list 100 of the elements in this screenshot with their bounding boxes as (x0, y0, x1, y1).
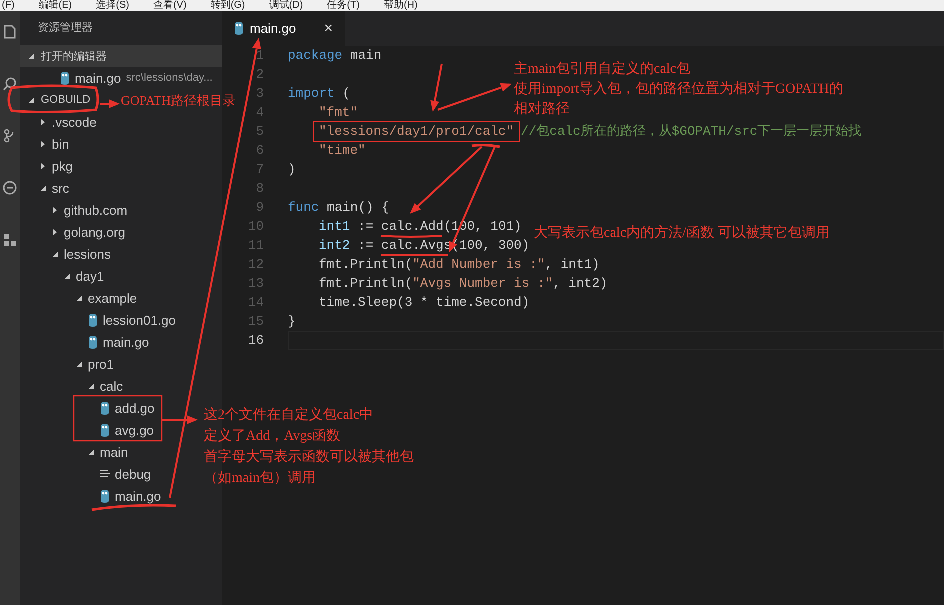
tree-item[interactable]: golang.org (20, 221, 130, 243)
expanded-triangle-icon[interactable] (28, 96, 35, 104)
open-editor-item[interactable]: main.go src\lessions\day... (20, 67, 222, 89)
annotation-note: 大写表示包calc内的方法/函数 可以被其它包调用 (534, 224, 830, 243)
tree-item[interactable]: pro1 (20, 353, 118, 375)
file-name: debug (115, 466, 152, 482)
tree-item[interactable]: add.go (20, 397, 159, 419)
text-lines-icon (100, 469, 110, 479)
code-line: "time" (319, 143, 366, 158)
tree-item[interactable]: lessions (20, 243, 115, 265)
extensions-icon[interactable] (3, 233, 17, 247)
folder-name: src (52, 180, 70, 196)
code-line: "fmt" (319, 105, 358, 120)
collapsed-triangle-icon[interactable] (40, 162, 47, 170)
code-line: fmt.Println("Add Number is :", int1) (319, 257, 600, 272)
folder-name: github.com (64, 202, 128, 218)
code-line: func main() { (288, 200, 390, 215)
tree-item[interactable]: day1 (20, 265, 108, 287)
collapsed-triangle-icon[interactable] (40, 118, 47, 126)
menu-item[interactable]: 帮助(H) (384, 0, 418, 11)
expanded-triangle-icon[interactable] (28, 52, 35, 60)
menu-item[interactable]: 调试(D) (269, 0, 304, 11)
tree-item[interactable]: main.go (20, 485, 166, 507)
line-number: 3 (255, 85, 264, 103)
expanded-triangle-icon[interactable] (76, 360, 83, 368)
expanded-triangle-icon[interactable] (64, 272, 71, 280)
tree-item[interactable]: github.com (20, 199, 132, 221)
gopher-file-icon (88, 336, 98, 348)
underline-mark (380, 235, 442, 238)
expanded-triangle-icon[interactable] (40, 184, 47, 192)
tree-item[interactable]: main.go (20, 331, 154, 353)
line-number: 6 (255, 142, 264, 160)
files-icon[interactable] (3, 25, 17, 39)
section-header[interactable]: 打开的编辑器 (20, 45, 222, 67)
code-line: } (288, 314, 296, 329)
line-number: 1 (255, 47, 264, 65)
line-number: 13 (247, 275, 264, 293)
gopher-file-icon (100, 490, 110, 502)
expanded-triangle-icon[interactable] (76, 294, 83, 302)
folder-name: example (88, 290, 138, 306)
collapsed-triangle-icon[interactable] (52, 228, 59, 236)
tree-item[interactable]: pkg (20, 155, 77, 177)
folder-name: pkg (52, 158, 73, 174)
tree-item[interactable]: example (20, 287, 142, 309)
line-number: 8 (255, 180, 264, 198)
folder-title: GOBUILD (41, 94, 91, 106)
menu-item[interactable]: 转到(G) (210, 0, 246, 11)
close-button[interactable]: × (324, 20, 333, 37)
menu-item[interactable]: 任务(T) (327, 0, 360, 11)
line-number: 4 (255, 104, 264, 122)
menu-item[interactable]: 查看(V) (153, 0, 187, 11)
tree-item[interactable]: bin (20, 133, 74, 155)
gopher-file-icon (100, 402, 110, 414)
line-number: 15 (247, 313, 264, 331)
code-line: import ( (288, 86, 350, 101)
menu-item[interactable]: (F) (2, 0, 15, 11)
line-number: 2 (255, 66, 264, 84)
tree-item[interactable]: main (20, 441, 132, 463)
folder-header[interactable]: GOBUILD (20, 89, 97, 111)
line-number: 10 (247, 218, 264, 236)
line-number: 16 (247, 332, 264, 350)
line-number: 7 (255, 161, 264, 179)
gopher-file-icon (88, 314, 98, 326)
underline-mark (472, 144, 500, 148)
line-number: 12 (247, 256, 264, 274)
tree-item[interactable]: debug (20, 463, 156, 485)
code-line: fmt.Println("Avgs Number is :", int2) (319, 276, 608, 291)
file-name: main.go (75, 70, 122, 86)
expanded-triangle-icon[interactable] (52, 250, 59, 258)
menu-item[interactable]: 编辑(E) (38, 0, 72, 11)
search-icon[interactable] (3, 77, 17, 91)
file-name: main.go (103, 334, 150, 350)
line-number: 14 (247, 294, 264, 312)
tree-item[interactable]: src (20, 177, 74, 199)
tab-label: main.go (250, 21, 296, 36)
expanded-triangle-icon[interactable] (88, 448, 95, 456)
tree-item[interactable]: lession01.go (20, 309, 180, 331)
collapsed-triangle-icon[interactable] (52, 206, 59, 214)
file-name: main.go (115, 488, 162, 504)
folder-name: bin (52, 136, 70, 152)
menu-item[interactable]: 选择(S) (96, 0, 130, 11)
tree-item[interactable]: avg.go (20, 419, 158, 441)
code-line: "lessions/day1/pro1/calc" (319, 124, 514, 139)
collapsed-triangle-icon[interactable] (40, 140, 47, 148)
expanded-triangle-icon[interactable] (88, 382, 95, 390)
panel-title: 资源管理器 (37, 21, 94, 36)
code-comment: //包calc所在的路径，从$GOPATH/src下一层一层开始找 (521, 124, 862, 139)
folder-name: .vscode (52, 114, 97, 130)
debug-icon[interactable] (3, 181, 17, 195)
editor-tab[interactable]: main.go × (222, 11, 345, 46)
annotation-note: 主main包引用自定义的calc包 使用import导入包，包的路径位置为相对于GOPATH的 相对路径 (514, 60, 844, 119)
file-name: lession01.go (103, 312, 176, 328)
file-name: avg.go (115, 422, 154, 438)
annotation-note: 这2个文件在自定义包calc中 定义了Add，Avgs函数 首字母大写表示函数可以被其他包 （如main包）调用 (204, 406, 414, 488)
tree-item[interactable]: calc (20, 375, 128, 397)
folder-name: golang.org (64, 224, 126, 240)
gopher-file-icon (234, 22, 244, 35)
annotation-arrow (100, 100, 120, 108)
tree-item[interactable]: .vscode (20, 111, 101, 133)
file-name: add.go (115, 400, 155, 416)
